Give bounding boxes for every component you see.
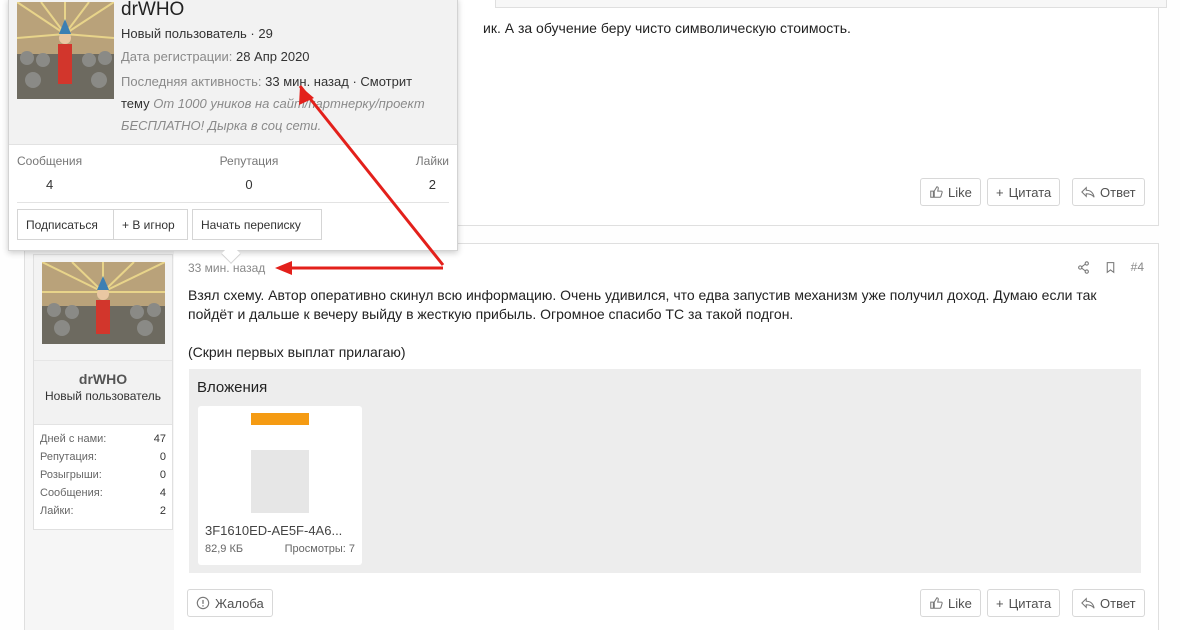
attachments-title: Вложения bbox=[197, 379, 268, 396]
thumbs-up-icon bbox=[930, 597, 943, 609]
tooltip-user-title: Новый пользователь · 29 bbox=[121, 26, 273, 41]
quote-button[interactable]: + Цитата bbox=[987, 589, 1061, 617]
username[interactable]: drWHO bbox=[34, 371, 172, 387]
member-tooltip-header: drWHO Новый пользователь · 29 Дата регис… bbox=[9, 0, 457, 145]
activity-topic[interactable]: От 1000 уников на сайт/партнерку/проект … bbox=[121, 96, 425, 133]
stat-value: 0 bbox=[159, 451, 166, 463]
start-conversation-button[interactable]: Начать переписку bbox=[192, 209, 322, 240]
activity-word[interactable]: тему bbox=[121, 96, 150, 111]
like-button[interactable]: Like bbox=[920, 178, 981, 206]
post-body-line: пойдёт и дальше к вечеру выйду в жесткую… bbox=[188, 306, 794, 322]
stat-value: 4 bbox=[159, 487, 166, 499]
tooltip-stat-label: Репутация bbox=[219, 154, 279, 168]
share-icon[interactable] bbox=[1077, 260, 1090, 274]
tooltip-username[interactable]: drWHO bbox=[121, 0, 184, 21]
reply-button[interactable]: Ответ bbox=[1072, 178, 1145, 206]
stat-value: 47 bbox=[153, 433, 166, 445]
reply-label: Ответ bbox=[1100, 595, 1136, 611]
activity-label: Последняя активность: bbox=[121, 74, 262, 89]
stat-value: 0 bbox=[159, 469, 166, 481]
tooltip-stats: Сообщения 4 Репутация 0 Лайки 2 bbox=[17, 154, 449, 192]
plus-icon: + bbox=[996, 184, 1004, 200]
info-circle-icon bbox=[196, 596, 210, 610]
tooltip-activity: Последняя активность: 33 мин. назад · См… bbox=[121, 71, 441, 137]
report-label: Жалоба bbox=[215, 595, 264, 611]
stat-label: Розыгрыши: bbox=[40, 469, 102, 481]
bookmark-icon[interactable] bbox=[1104, 261, 1117, 274]
attachment-views: Просмотры: 7 bbox=[284, 543, 355, 555]
quote-button[interactable]: + Цитата bbox=[987, 178, 1061, 206]
avatar-wrap bbox=[34, 255, 172, 361]
post-body-line: Взял схему. Автор оперативно скинул всю … bbox=[188, 287, 1097, 303]
attachment-meta: 82,9 КБ Просмотры: 7 bbox=[205, 543, 355, 555]
tooltip-stat-messages: Сообщения 4 bbox=[17, 154, 82, 192]
post-4: drWHO Новый пользователь Дней с нами: 47 … bbox=[24, 243, 1159, 630]
previous-post-text: ик. А за обучение беру чисто символическ… bbox=[483, 20, 851, 36]
like-label: Like bbox=[948, 184, 972, 200]
post-time[interactable]: 33 мин. назад bbox=[188, 261, 265, 275]
stat-label: Репутация: bbox=[40, 451, 97, 463]
plus-icon: + bbox=[996, 595, 1004, 611]
stat-label: Сообщения: bbox=[40, 487, 103, 499]
stat-label: Дней с нами: bbox=[40, 433, 107, 445]
report-button[interactable]: Жалоба bbox=[187, 589, 273, 617]
ignore-button[interactable]: + В игнор bbox=[113, 209, 188, 240]
user-cell: drWHO Новый пользователь Дней с нами: 47 … bbox=[33, 254, 173, 530]
user-stat-row: Репутация: 0 bbox=[40, 451, 166, 469]
post-actions-top: #4 bbox=[1077, 260, 1144, 274]
tooltip-stat-value: 4 bbox=[45, 177, 54, 192]
reply-icon bbox=[1081, 186, 1095, 198]
tooltip-stat-likes: Лайки 2 bbox=[416, 154, 449, 192]
quote-label: Цитата bbox=[1008, 595, 1052, 611]
activity-value: 33 мин. назад · Смотрит bbox=[265, 74, 413, 89]
attachment-filename[interactable]: 3F1610ED-AE5F-4A6... bbox=[205, 523, 342, 538]
like-label: Like bbox=[948, 595, 972, 611]
like-button[interactable]: Like bbox=[920, 589, 981, 617]
stat-value: 2 bbox=[159, 505, 166, 517]
post-number[interactable]: #4 bbox=[1131, 260, 1144, 274]
user-stat-row: Сообщения: 4 bbox=[40, 487, 166, 505]
post-body-line: (Скрин первых выплат прилагаю) bbox=[188, 344, 406, 360]
attachment-image[interactable] bbox=[251, 413, 309, 513]
subscribe-button[interactable]: Подписаться bbox=[17, 209, 114, 240]
quote-block-edge bbox=[495, 0, 1167, 8]
user-stats: Дней с нами: 47 Репутация: 0 Розыгрыши: 0 С… bbox=[34, 425, 172, 523]
quote-label: Цитата bbox=[1008, 184, 1052, 200]
attachments-block: Вложения 3F1610ED-AE5F-4A6... 82,9 КБ Пр… bbox=[189, 369, 1141, 573]
tooltip-avatar[interactable] bbox=[17, 2, 114, 99]
user-name-block: drWHO Новый пользователь bbox=[34, 361, 172, 425]
tooltip-registration: Дата регистрации: 28 Апр 2020 bbox=[121, 49, 310, 64]
user-stat-row: Дней с нами: 47 bbox=[40, 433, 166, 451]
reply-icon bbox=[1081, 597, 1095, 609]
registration-label: Дата регистрации: bbox=[121, 49, 233, 64]
reply-button[interactable]: Ответ bbox=[1072, 589, 1145, 617]
tooltip-stat-value: 2 bbox=[428, 177, 436, 192]
attachment-size: 82,9 КБ bbox=[205, 543, 244, 555]
post-body: Взял схему. Автор оперативно скинул всю … bbox=[188, 286, 1148, 362]
stat-label: Лайки: bbox=[40, 505, 74, 517]
tooltip-stat-label: Сообщения bbox=[17, 154, 83, 168]
user-stat-row: Розыгрыши: 0 bbox=[40, 469, 166, 487]
member-tooltip: drWHO Новый пользователь · 29 Дата регис… bbox=[8, 0, 458, 264]
tooltip-stat-label: Лайки bbox=[415, 154, 449, 168]
user-title: Новый пользователь bbox=[44, 389, 162, 403]
attachment-thumbnail[interactable]: 3F1610ED-AE5F-4A6... 82,9 КБ Просмотры: … bbox=[198, 406, 362, 565]
registration-value: 28 Апр 2020 bbox=[235, 49, 310, 64]
tooltip-divider bbox=[17, 202, 449, 203]
reply-label: Ответ bbox=[1100, 184, 1136, 200]
user-stat-row: Лайки: 2 bbox=[40, 505, 166, 523]
avatar[interactable] bbox=[41, 261, 166, 344]
tooltip-stat-reputation: Репутация 0 bbox=[220, 154, 279, 192]
thumbs-up-icon bbox=[930, 186, 943, 198]
tooltip-stat-value: 0 bbox=[245, 177, 253, 192]
